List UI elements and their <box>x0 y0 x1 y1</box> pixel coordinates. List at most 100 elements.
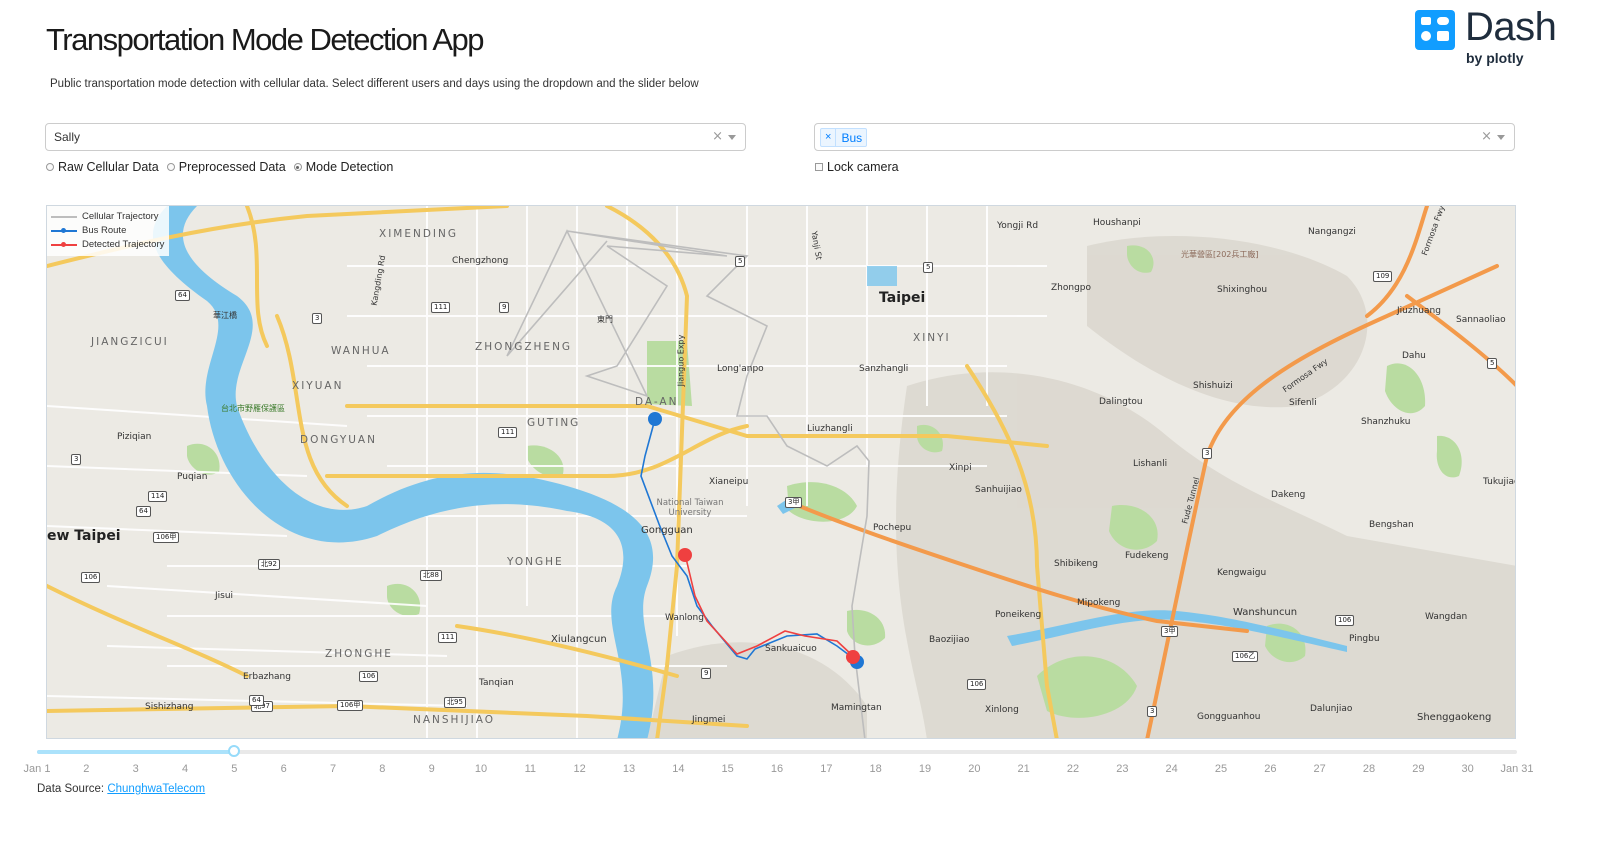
map-label-place: Shixinghou <box>1217 285 1268 295</box>
slider-mark[interactable]: 14 <box>672 763 684 775</box>
legend-swatch <box>51 227 77 235</box>
route-shield: 北95 <box>444 697 466 708</box>
slider-mark[interactable]: 29 <box>1412 763 1424 775</box>
chevron-down-icon[interactable] <box>1497 135 1505 140</box>
legend-item-bus-route[interactable]: Bus Route <box>51 225 126 236</box>
route-shield: 北88 <box>420 570 442 581</box>
slider-mark[interactable]: 19 <box>919 763 931 775</box>
slider-mark[interactable]: 3 <box>133 763 139 775</box>
route-shield: 114 <box>148 491 168 502</box>
slider-track[interactable] <box>37 750 234 754</box>
slider-mark[interactable]: 16 <box>771 763 783 775</box>
map-legend[interactable]: Cellular Trajectory Bus Route Detected T… <box>47 206 169 256</box>
map-label-place: Pingbu <box>1349 634 1380 644</box>
route-shield: 106乙 <box>1232 651 1259 662</box>
checkbox-box[interactable] <box>815 163 823 171</box>
map-label-place: Puqian <box>177 472 208 482</box>
map-label-place: Sankuaicuo <box>765 644 817 654</box>
page-subtitle: Public transportation mode detection wit… <box>50 78 699 90</box>
map-label-place: Sanhuijiao <box>975 485 1022 495</box>
data-source-link[interactable]: ChunghwaTelecom <box>107 783 205 795</box>
map-label-place: Zhongpo <box>1051 283 1092 293</box>
radio-circle[interactable] <box>46 163 54 171</box>
legend-label: Cellular Trajectory <box>82 211 159 222</box>
route-shield: 北92 <box>258 559 280 570</box>
legend-item-cellular[interactable]: Cellular Trajectory <box>51 211 159 222</box>
slider-mark[interactable]: 28 <box>1363 763 1375 775</box>
map-label-place: Jiuzhuang <box>1397 306 1441 316</box>
slider-handle[interactable] <box>228 745 240 757</box>
map-label-place: Sannaoliao <box>1456 315 1506 325</box>
map-label-place: Piziqian <box>117 432 152 442</box>
radio-circle-selected[interactable] <box>293 163 302 171</box>
map-label-zhonghe: ZHONGHE <box>325 648 393 660</box>
legend-item-detected[interactable]: Detected Trajectory <box>51 239 164 250</box>
day-slider[interactable] <box>37 745 1517 757</box>
slider-mark[interactable]: 8 <box>379 763 385 775</box>
route-shield: 106 <box>81 572 101 583</box>
slider-mark[interactable]: 30 <box>1462 763 1474 775</box>
slider-mark[interactable]: 26 <box>1264 763 1276 775</box>
data-source: Data Source: ChunghwaTelecom <box>37 783 205 795</box>
route-shield: 3 <box>1147 706 1158 717</box>
dash-logo-word: Dash <box>1465 5 1557 49</box>
map-canvas <box>47 206 1515 738</box>
slider-mark[interactable]: 6 <box>281 763 287 775</box>
slider-rail[interactable] <box>37 750 1517 754</box>
chevron-down-icon[interactable] <box>728 135 736 140</box>
slider-mark[interactable]: 7 <box>330 763 336 775</box>
map-label-place: Shishuizi <box>1193 381 1233 391</box>
slider-mark[interactable]: 21 <box>1018 763 1030 775</box>
slider-mark[interactable]: 17 <box>820 763 832 775</box>
slider-mark[interactable]: 15 <box>722 763 734 775</box>
map-label-zhongzheng: ZHONGZHENG <box>475 341 573 353</box>
radio-mode-detection[interactable]: Mode Detection <box>293 160 393 174</box>
route-shield: 64 <box>249 695 264 706</box>
clear-icon[interactable]: × <box>1481 129 1492 144</box>
slider-mark[interactable]: 12 <box>574 763 586 775</box>
legend-label: Detected Trajectory <box>82 239 165 250</box>
slider-mark[interactable]: 11 <box>525 763 536 775</box>
clear-icon[interactable]: × <box>712 129 723 144</box>
radio-raw-cellular[interactable]: Raw Cellular Data <box>46 160 159 174</box>
slider-mark[interactable]: 2 <box>83 763 89 775</box>
route-shield: 3 <box>71 454 82 465</box>
slider-mark[interactable]: 25 <box>1215 763 1227 775</box>
map-label-place: Gongguan <box>641 525 693 536</box>
slider-mark[interactable]: 22 <box>1067 763 1079 775</box>
mode-tag-label: Bus <box>841 130 863 145</box>
slider-mark[interactable]: 13 <box>623 763 635 775</box>
route-shield: 3 <box>312 313 323 324</box>
map-label-place: Long'anpo <box>717 364 764 374</box>
tag-remove-icon[interactable]: × <box>821 129 837 146</box>
lock-camera-label: Lock camera <box>827 160 899 174</box>
slider-mark[interactable]: 9 <box>429 763 435 775</box>
slider-mark[interactable]: 24 <box>1166 763 1178 775</box>
slider-mark[interactable]: 5 <box>231 763 237 775</box>
radio-circle[interactable] <box>166 163 175 171</box>
slider-mark[interactable]: 10 <box>475 763 487 775</box>
dash-logo-byline: by plotly <box>1466 50 1524 66</box>
map-label-place: Xianeipu <box>709 477 749 487</box>
radio-preprocessed[interactable]: Preprocessed Data <box>166 160 286 174</box>
lock-camera-checkbox[interactable]: Lock camera <box>815 160 899 174</box>
map-label-place: Nangangzi <box>1308 227 1356 237</box>
slider-mark[interactable]: 27 <box>1314 763 1326 775</box>
slider-mark[interactable]: 4 <box>182 763 188 775</box>
route-shield: 3甲 <box>1161 626 1179 637</box>
map-label-yonghe: YONGHE <box>507 556 564 568</box>
map-label-place: Sishizhang <box>145 702 194 712</box>
route-shield: 5 <box>735 256 746 267</box>
slider-mark[interactable]: 18 <box>870 763 882 775</box>
dash-logo[interactable]: Dash by plotly <box>1415 5 1575 69</box>
slider-mark[interactable]: 23 <box>1116 763 1128 775</box>
slider-mark[interactable]: 20 <box>968 763 980 775</box>
map-label-place: Wanlong <box>665 613 704 623</box>
slider-mark[interactable]: Jan 31 <box>1500 763 1533 775</box>
slider-mark[interactable]: Jan 1 <box>24 763 51 775</box>
mode-dropdown[interactable]: × Bus × <box>814 123 1515 151</box>
map[interactable]: Cellular Trajectory Bus Route Detected T… <box>46 205 1516 739</box>
map-label-taipei: Taipei <box>879 290 926 306</box>
user-dropdown[interactable]: Sally × <box>45 123 746 151</box>
map-label-place: Wanshuncun <box>1233 607 1298 618</box>
